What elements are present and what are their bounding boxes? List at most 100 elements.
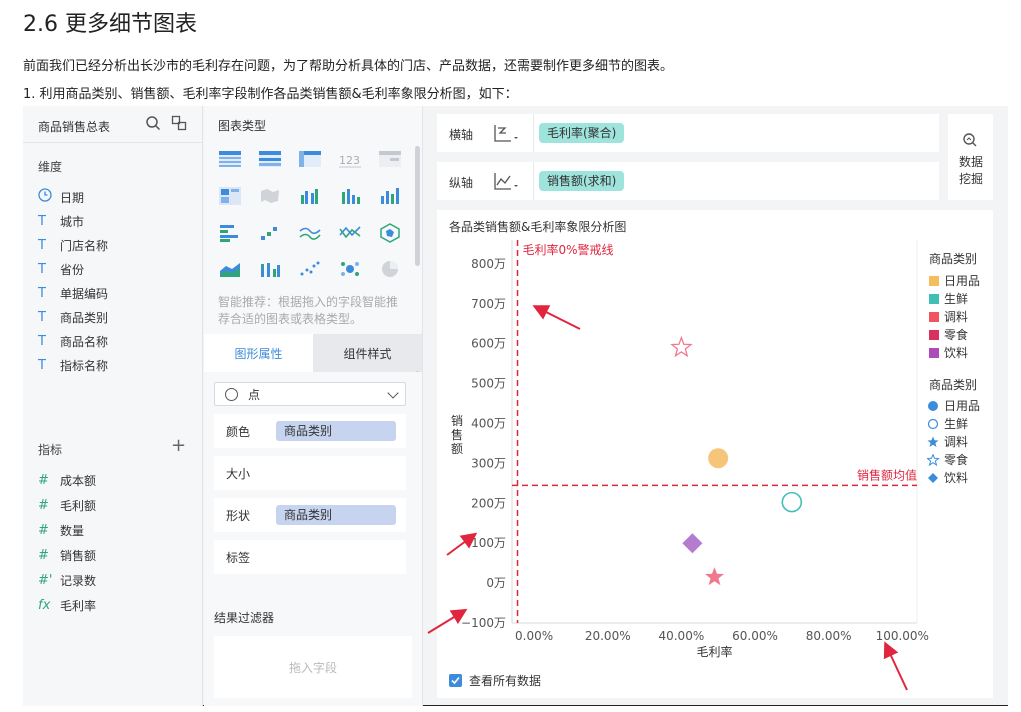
cross-table-icon[interactable] bbox=[298, 149, 322, 169]
chart-types-scrollbar[interactable] bbox=[415, 146, 420, 266]
panel-divider bbox=[23, 142, 203, 143]
x-tick-label: 60.00% bbox=[732, 629, 778, 643]
label-property[interactable]: 标签 bbox=[214, 540, 406, 574]
legend-shape-item[interactable]: 生鲜 bbox=[927, 415, 968, 432]
grouped-bar-icon[interactable] bbox=[298, 186, 322, 206]
legend-shape-item[interactable]: 饮料 bbox=[927, 469, 968, 486]
size-property[interactable]: 大小 bbox=[214, 456, 406, 490]
legend-shape-item[interactable]: 零食 bbox=[927, 451, 968, 468]
map-icon[interactable] bbox=[258, 186, 282, 206]
bubble-chart-icon[interactable] bbox=[338, 259, 362, 279]
diamond-icon bbox=[928, 472, 938, 483]
stacked-bar-icon[interactable] bbox=[258, 259, 282, 279]
field-city[interactable]: T 城市 bbox=[38, 211, 84, 231]
number-type-icon: # bbox=[38, 547, 49, 563]
bar-chart-icon[interactable] bbox=[338, 186, 362, 206]
shape-legend-title: 商品类别 bbox=[929, 378, 978, 392]
legend-color-item[interactable]: 日用品 bbox=[929, 272, 980, 289]
data-mining-button[interactable]: 数据挖掘 bbox=[948, 114, 993, 200]
color-property[interactable]: 颜色 商品类别 bbox=[214, 414, 406, 448]
text-type-icon: T bbox=[38, 333, 46, 349]
show-all-data-toggle[interactable]: 查看所有数据 bbox=[449, 672, 541, 689]
field-sales[interactable]: # 销售额 bbox=[38, 545, 96, 565]
y-axis-divider bbox=[533, 162, 534, 200]
field-indicator-name[interactable]: T 指标名称 bbox=[38, 355, 108, 375]
horizontal-bar-icon[interactable] bbox=[218, 223, 242, 243]
mark-type-select[interactable]: 点 bbox=[214, 382, 406, 406]
scatter-chart-icon[interactable] bbox=[298, 259, 322, 279]
shape-field-pill[interactable]: 商品类别 bbox=[276, 505, 396, 525]
x-axis-title: 毛利率 bbox=[696, 644, 732, 659]
column-chart-icon[interactable] bbox=[378, 186, 402, 206]
x-axis-field-pill[interactable]: 毛利率(聚合) bbox=[539, 123, 625, 143]
area-chart-icon[interactable] bbox=[218, 259, 242, 279]
smart-recommend-tip: 智能推荐：根据拖入的字段智能推荐合适的图表或表格类型。 bbox=[218, 295, 399, 326]
measures-section-label: 指标 bbox=[38, 443, 63, 457]
clock-icon bbox=[38, 188, 60, 206]
data-point-diamond bbox=[682, 533, 703, 554]
dashboard-icon[interactable] bbox=[218, 186, 242, 206]
legend-shape-item[interactable]: 日用品 bbox=[927, 397, 980, 414]
y-axis-field-pill[interactable]: 销售额(求和) bbox=[539, 171, 625, 191]
group-table-icon[interactable] bbox=[258, 149, 282, 169]
y-axis-title-char: 售 bbox=[451, 427, 463, 442]
field-date[interactable]: 日期 bbox=[38, 187, 84, 207]
add-measure-icon[interactable]: + bbox=[171, 437, 186, 455]
number-type-icon: # bbox=[38, 497, 49, 513]
point-mark-icon bbox=[225, 387, 238, 401]
color-field-pill[interactable]: 商品类别 bbox=[276, 421, 396, 441]
result-filter-title: 结果过滤器 bbox=[214, 611, 275, 625]
check-icon bbox=[451, 676, 460, 685]
field-record-count[interactable]: #' 记录数 bbox=[38, 570, 96, 590]
legend-shape-item[interactable]: 调料 bbox=[927, 433, 968, 450]
legend-color-item[interactable]: 调料 bbox=[929, 308, 968, 325]
tab-graphic-properties[interactable]: 图形属性 bbox=[204, 334, 313, 372]
data-point-star-hollow bbox=[670, 335, 693, 358]
kpi-number-icon[interactable]: 123 bbox=[338, 149, 362, 169]
dimensions-section-label: 维度 bbox=[38, 160, 63, 174]
dataset-title: 商品销售总表 bbox=[38, 120, 111, 134]
search-icon[interactable] bbox=[145, 115, 161, 131]
table-icon[interactable] bbox=[218, 149, 242, 169]
chevron-down-icon bbox=[387, 387, 399, 399]
pie-chart-icon[interactable] bbox=[378, 259, 402, 279]
y-axis-title-char: 销 bbox=[451, 414, 463, 428]
text-type-icon: T bbox=[38, 213, 46, 229]
text-type-icon: T bbox=[38, 237, 46, 253]
shape-property[interactable]: 形状 商品类别 bbox=[214, 498, 406, 532]
legend-swatch-snacks bbox=[929, 329, 939, 340]
svg-text:123: 123 bbox=[339, 154, 360, 167]
step-bar-icon[interactable] bbox=[258, 223, 282, 243]
switch-dataset-icon[interactable] bbox=[171, 115, 187, 131]
y-axis-type-dropdown[interactable] bbox=[493, 171, 519, 191]
field-quantity[interactable]: # 数量 bbox=[38, 520, 84, 540]
field-doc-code[interactable]: T 单据编码 bbox=[38, 283, 108, 303]
detail-table-icon[interactable] bbox=[378, 149, 402, 169]
y-axis-title-char: 额 bbox=[451, 442, 463, 456]
legend-color-item[interactable]: 零食 bbox=[929, 326, 968, 343]
legend-color-item[interactable]: 饮料 bbox=[929, 344, 968, 361]
result-filter-dropzone[interactable]: 拖入字段 bbox=[214, 636, 412, 698]
x-axis-type-dropdown[interactable] bbox=[493, 123, 519, 143]
line-chart-icon[interactable] bbox=[298, 223, 322, 243]
radar-chart-icon[interactable] bbox=[378, 223, 402, 243]
legend-color-item[interactable]: 生鲜 bbox=[929, 290, 968, 307]
field-province[interactable]: T 省份 bbox=[38, 259, 84, 279]
x-tick-label: 20.00% bbox=[585, 629, 631, 643]
field-product-name[interactable]: T 商品名称 bbox=[38, 331, 108, 351]
field-cost[interactable]: # 成本额 bbox=[38, 470, 96, 490]
field-gross-margin[interactable]: fx 毛利率 bbox=[38, 595, 96, 615]
field-store-name[interactable]: T 门店名称 bbox=[38, 235, 108, 255]
field-gross-profit[interactable]: # 毛利额 bbox=[38, 495, 96, 515]
text-type-icon: T bbox=[38, 309, 46, 325]
text-type-icon: T bbox=[38, 261, 46, 277]
y-tick-label: 500万 bbox=[471, 377, 506, 391]
y-axis-shelf: 纵轴 销售额(求和) bbox=[437, 162, 939, 200]
scatter-chart: 800万 700万 600万 500万 400万 300万 200万 100万 0万 −100万 0… bbox=[451, 240, 929, 659]
tab-component-style[interactable]: 组件样式 bbox=[313, 334, 422, 372]
field-product-category[interactable]: T 商品类别 bbox=[38, 307, 108, 327]
checkbox-checked[interactable] bbox=[449, 674, 462, 687]
doc-paragraph-2: 1. 利用商品类别、销售额、毛利率字段制作各品类销售额&毛利率象限分析图，如下： bbox=[23, 87, 518, 102]
combo-line-icon[interactable] bbox=[338, 223, 362, 243]
chart-types-title: 图表类型 bbox=[218, 119, 267, 133]
